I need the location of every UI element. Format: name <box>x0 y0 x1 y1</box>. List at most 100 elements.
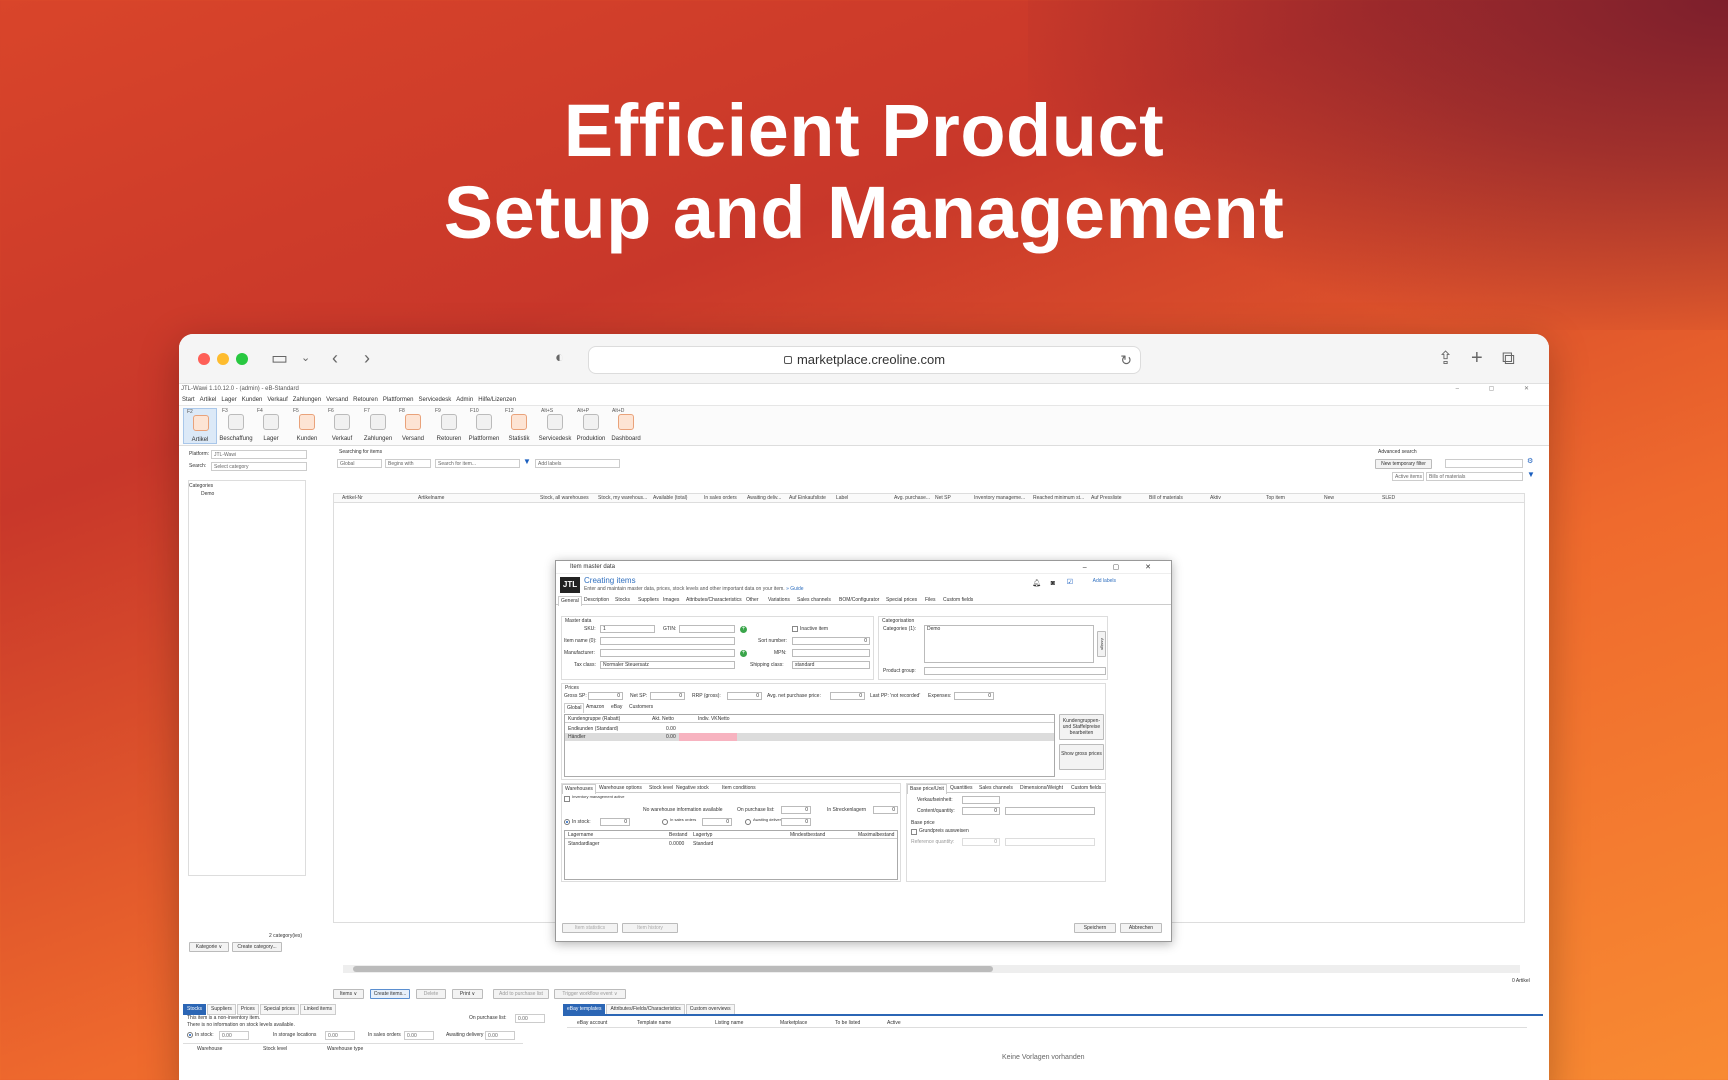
column-header[interactable]: Avg. purchase... <box>894 494 930 503</box>
ribbon-button[interactable]: F7 Zahlungen <box>361 408 395 444</box>
content-unit-select[interactable] <box>1005 807 1095 815</box>
scroll-thumb[interactable] <box>353 966 993 972</box>
ribbon-button[interactable]: F8 Versand <box>396 408 430 444</box>
tab[interactable]: Sales channels <box>795 596 833 605</box>
tab[interactable]: Files <box>923 596 938 605</box>
sort-number-input[interactable]: 0 <box>792 637 870 645</box>
ribbon-button[interactable]: Alt+D Dashboard <box>609 408 643 444</box>
sku-input[interactable]: 1 <box>600 625 655 633</box>
bl-in-sales-input[interactable]: 0.00 <box>404 1031 434 1040</box>
dialog-window-controls[interactable]: – ▢ ✕ <box>1083 561 1163 574</box>
shipping-class-select[interactable]: standard <box>792 661 870 669</box>
forward-icon[interactable]: › <box>364 348 370 368</box>
back-icon[interactable]: ‹ <box>332 348 338 368</box>
column-header[interactable]: Stock, all warehouses <box>540 494 589 503</box>
tab[interactable]: Special prices <box>884 596 919 605</box>
edit-group-prices-button[interactable]: Kundengruppen- und Staffelpreise bearbei… <box>1059 714 1104 740</box>
in-stock-input[interactable]: 0 <box>600 818 630 826</box>
minimize-window-button[interactable] <box>217 353 229 365</box>
menu-item[interactable]: Zahlungen <box>293 397 321 403</box>
show-base-price-checkbox[interactable] <box>911 829 917 835</box>
warehouse-row-standardlager[interactable]: Standardlager 0.0000 Standard <box>565 840 897 848</box>
bl-awaiting-input[interactable]: 0.00 <box>485 1031 515 1040</box>
awaiting-radio[interactable] <box>745 819 751 825</box>
menu-item[interactable]: Retouren <box>353 397 378 403</box>
menu-item[interactable]: Servicedesk <box>419 397 452 403</box>
column-header[interactable]: Reached minimum st... <box>1033 494 1084 503</box>
add-gtin-icon[interactable]: + <box>740 626 747 633</box>
filter-icon[interactable]: ▼ <box>523 458 531 466</box>
ribbon-button[interactable]: F6 Verkauf <box>325 408 359 444</box>
tab[interactable]: Variations <box>766 596 792 605</box>
column-header[interactable]: Stock, my warehous... <box>598 494 647 503</box>
mpn-input[interactable] <box>792 649 870 657</box>
manufacturer-select[interactable] <box>600 649 735 657</box>
tab[interactable]: Dimensions/Weight <box>1018 784 1065 793</box>
tab[interactable]: Amazon <box>584 703 606 712</box>
add-to-purchase-list-button[interactable]: Add to purchase list <box>493 989 549 999</box>
tab[interactable]: BOM/Configurator <box>837 596 881 605</box>
tab[interactable]: Stock level <box>647 784 675 793</box>
menu-item[interactable]: Plattformen <box>383 397 414 403</box>
show-gross-prices-button[interactable]: Show gross prices <box>1059 744 1104 770</box>
tab[interactable]: Stocks <box>613 596 632 605</box>
inactive-item-checkbox[interactable] <box>792 626 798 632</box>
maximize-window-button[interactable] <box>236 353 248 365</box>
toggle-icon[interactable]: ☑ <box>1067 579 1073 587</box>
tab[interactable]: Custom fields <box>1069 784 1103 793</box>
tax-class-select[interactable]: Normaler Steuersatz <box>600 661 735 669</box>
tab[interactable]: Description <box>582 596 611 605</box>
column-header[interactable]: Awaiting deliv... <box>747 494 781 503</box>
column-header[interactable]: Top item <box>1266 494 1285 503</box>
column-header[interactable]: Bill of materials <box>1149 494 1183 503</box>
ribbon-button[interactable]: F4 Lager <box>254 408 288 444</box>
on-purchase-input[interactable]: 0 <box>781 806 811 814</box>
categories-list[interactable]: Demo <box>924 625 1094 663</box>
menu-item[interactable]: Kunden <box>242 397 263 403</box>
menu-item[interactable]: Artikel <box>200 397 217 403</box>
trigger-workflow-button[interactable]: Trigger workflow event ∨ <box>554 989 626 999</box>
menu-item[interactable]: Start <box>182 397 195 403</box>
tab-overview-icon[interactable]: ⧉ <box>1502 348 1515 368</box>
in-sales-input[interactable]: 0 <box>702 818 732 826</box>
avg-purchase-input[interactable]: 0 <box>830 692 865 700</box>
chevron-down-icon[interactable]: ⌄ <box>301 348 310 368</box>
bills-filter[interactable]: Bills of materials <box>1426 472 1523 481</box>
app-window-controls[interactable]: – ▢ ✕ <box>1456 384 1543 395</box>
ribbon-button[interactable]: F10 Plattformen <box>467 408 501 444</box>
shield-icon[interactable]: ◐ <box>555 348 564 368</box>
reference-unit-select[interactable] <box>1005 838 1095 846</box>
bl-in-stock-input[interactable]: 0.00 <box>219 1031 249 1040</box>
inventory-active-checkbox[interactable] <box>564 796 570 802</box>
tab[interactable]: eBay <box>609 703 624 712</box>
sidebar-icon[interactable]: ▭ <box>271 348 288 368</box>
column-header[interactable]: Available (total) <box>653 494 687 503</box>
ribbon-button[interactable]: Alt+S Servicedesk <box>538 408 572 444</box>
item-statistics-button[interactable]: Item statistics <box>562 923 618 933</box>
active-items-filter[interactable]: Active items <box>1392 472 1424 481</box>
items-menu-button[interactable]: Items ∨ <box>333 989 364 999</box>
filter-funnel-icon[interactable]: ▼ <box>1527 471 1535 479</box>
add-manufacturer-icon[interactable]: + <box>740 650 747 657</box>
assign-button[interactable]: Assign <box>1097 631 1106 657</box>
save-button[interactable]: Speichern <box>1074 923 1116 933</box>
menu-item[interactable]: Verkauf <box>267 397 287 403</box>
create-items-button[interactable]: Create items... <box>370 989 410 999</box>
tab[interactable]: Sales channels <box>977 784 1015 793</box>
indiv-price-cell[interactable] <box>679 733 737 741</box>
expenses-input[interactable]: 0 <box>954 692 994 700</box>
tab[interactable]: Images <box>661 596 681 605</box>
net-sp-input[interactable]: 0 <box>650 692 685 700</box>
close-window-button[interactable] <box>198 353 210 365</box>
new-tab-icon[interactable]: + <box>1471 348 1483 368</box>
tab[interactable]: Special prices <box>259 1004 299 1015</box>
labels-input[interactable]: Add labels <box>535 459 620 468</box>
menu-item[interactable]: Lager <box>221 397 236 403</box>
ribbon-button[interactable]: F3 Beschaffung <box>219 408 253 444</box>
column-header[interactable]: Artikel-Nr <box>342 494 363 503</box>
bell-icon[interactable]: 🔔︎ <box>1032 580 1041 588</box>
tab[interactable]: Customers <box>627 703 655 712</box>
item-search-input[interactable]: Search for item... <box>435 459 520 468</box>
ribbon-button[interactable]: F5 Kunden <box>290 408 324 444</box>
tab[interactable]: Warehouse options <box>597 784 644 793</box>
